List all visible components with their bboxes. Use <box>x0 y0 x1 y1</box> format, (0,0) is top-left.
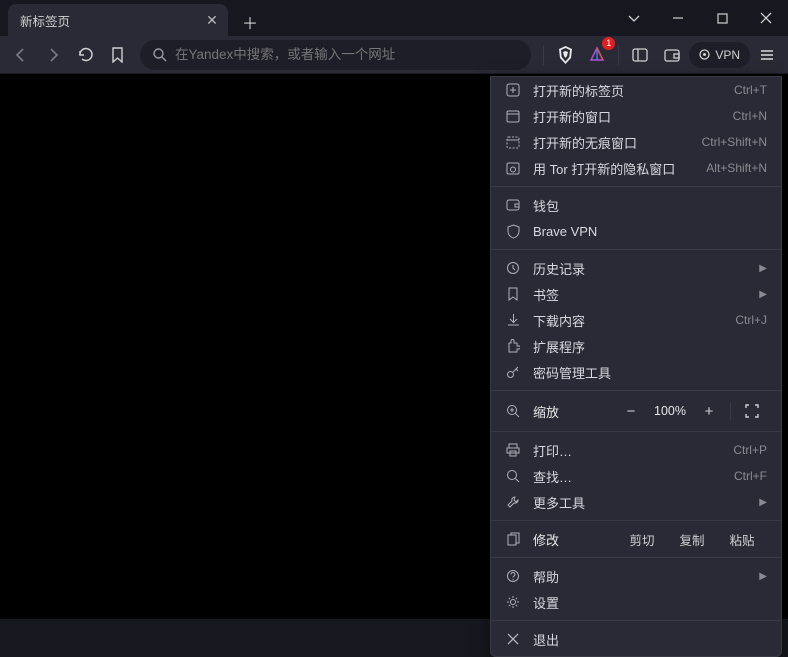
help-icon <box>505 569 521 583</box>
close-window-button[interactable] <box>744 0 788 36</box>
app-menu: 打开新的标签页 Ctrl+T 打开新的窗口 Ctrl+N 打开新的无痕窗口 Ct… <box>490 76 782 657</box>
brave-rewards-button[interactable]: 1 <box>582 40 612 70</box>
address-input[interactable] <box>175 47 519 62</box>
menu-brave-vpn[interactable]: Brave VPN <box>491 218 781 244</box>
key-icon <box>505 365 521 379</box>
new-window-icon <box>505 110 521 123</box>
menu-divider <box>491 431 781 432</box>
forward-button[interactable] <box>38 40 68 70</box>
print-icon <box>505 443 521 457</box>
menu-bookmarks[interactable]: 书签 ▶ <box>491 281 781 307</box>
wallet-toolbar-button[interactable] <box>657 40 687 70</box>
wallet-icon <box>505 199 521 211</box>
menu-divider <box>491 620 781 621</box>
chevron-right-icon: ▶ <box>759 289 767 300</box>
menu-divider <box>491 390 781 391</box>
menu-more-tools[interactable]: 更多工具 ▶ <box>491 489 781 515</box>
new-tab-icon <box>505 83 521 97</box>
address-bar[interactable] <box>140 40 531 70</box>
tools-icon <box>505 495 521 509</box>
menu-zoom: 缩放 − 100% + <box>491 396 781 426</box>
menu-divider <box>491 186 781 187</box>
back-button[interactable] <box>6 40 36 70</box>
chevron-right-icon: ▶ <box>759 497 767 508</box>
titlebar: 新标签页 ✕ ＋ <box>0 0 788 36</box>
cut-button[interactable]: 剪切 <box>617 530 667 549</box>
menu-passwords[interactable]: 密码管理工具 <box>491 359 781 385</box>
tor-icon <box>505 162 521 175</box>
extensions-icon <box>505 339 521 353</box>
download-icon <box>505 313 521 327</box>
bookmark-icon <box>505 287 521 301</box>
app-menu-button[interactable] <box>752 40 782 70</box>
reload-button[interactable] <box>70 40 100 70</box>
sidebar-button[interactable] <box>625 40 655 70</box>
menu-find[interactable]: 查找… Ctrl+F <box>491 463 781 489</box>
separator <box>618 45 619 65</box>
menu-print[interactable]: 打印… Ctrl+P <box>491 437 781 463</box>
close-icon <box>505 633 521 645</box>
tab-close-button[interactable]: ✕ <box>204 12 220 28</box>
menu-settings[interactable]: 设置 <box>491 589 781 615</box>
menu-wallet[interactable]: 钱包 <box>491 192 781 218</box>
search-icon <box>152 47 167 62</box>
tab-title: 新标签页 <box>20 11 204 30</box>
window-controls <box>612 0 788 36</box>
chevron-right-icon: ▶ <box>759 263 767 274</box>
maximize-button[interactable] <box>700 0 744 36</box>
bookmark-button[interactable] <box>102 40 132 70</box>
menu-exit[interactable]: 退出 <box>491 626 781 652</box>
menu-history[interactable]: 历史记录 ▶ <box>491 255 781 281</box>
toolbar: 1 VPN <box>0 36 788 74</box>
rewards-badge: 1 <box>602 37 615 50</box>
chevron-right-icon: ▶ <box>759 571 767 582</box>
vpn-label: VPN <box>715 48 740 62</box>
tab-newtab[interactable]: 新标签页 ✕ <box>8 4 228 36</box>
minimize-button[interactable] <box>656 0 700 36</box>
zoom-icon <box>505 404 521 418</box>
menu-new-tab[interactable]: 打开新的标签页 Ctrl+T <box>491 77 781 103</box>
shield-icon <box>505 224 521 239</box>
menu-help[interactable]: 帮助 ▶ <box>491 563 781 589</box>
menu-new-incognito[interactable]: 打开新的无痕窗口 Ctrl+Shift+N <box>491 129 781 155</box>
find-icon <box>505 469 521 483</box>
menu-divider <box>491 520 781 521</box>
zoom-out-button[interactable]: − <box>616 399 646 423</box>
separator <box>543 45 544 65</box>
zoom-value: 100% <box>646 404 694 418</box>
brave-shields-button[interactable] <box>550 40 580 70</box>
history-icon <box>505 261 521 275</box>
tab-search-button[interactable] <box>612 0 656 36</box>
menu-divider <box>491 557 781 558</box>
incognito-icon <box>505 136 521 149</box>
menu-divider <box>491 249 781 250</box>
copy-icon <box>505 532 521 546</box>
new-tab-button[interactable]: ＋ <box>236 8 264 36</box>
vpn-status-icon <box>699 49 710 60</box>
menu-extensions[interactable]: 扩展程序 <box>491 333 781 359</box>
zoom-in-button[interactable]: + <box>694 399 724 423</box>
copy-button[interactable]: 复制 <box>667 530 717 549</box>
menu-edit: 修改 剪切 复制 粘贴 <box>491 526 781 552</box>
menu-new-tor[interactable]: 用 Tor 打开新的隐私窗口 Alt+Shift+N <box>491 155 781 181</box>
gear-icon <box>505 595 521 609</box>
fullscreen-button[interactable] <box>737 399 767 423</box>
vpn-button[interactable]: VPN <box>689 42 750 68</box>
menu-new-window[interactable]: 打开新的窗口 Ctrl+N <box>491 103 781 129</box>
paste-button[interactable]: 粘贴 <box>717 530 767 549</box>
menu-downloads[interactable]: 下载内容 Ctrl+J <box>491 307 781 333</box>
